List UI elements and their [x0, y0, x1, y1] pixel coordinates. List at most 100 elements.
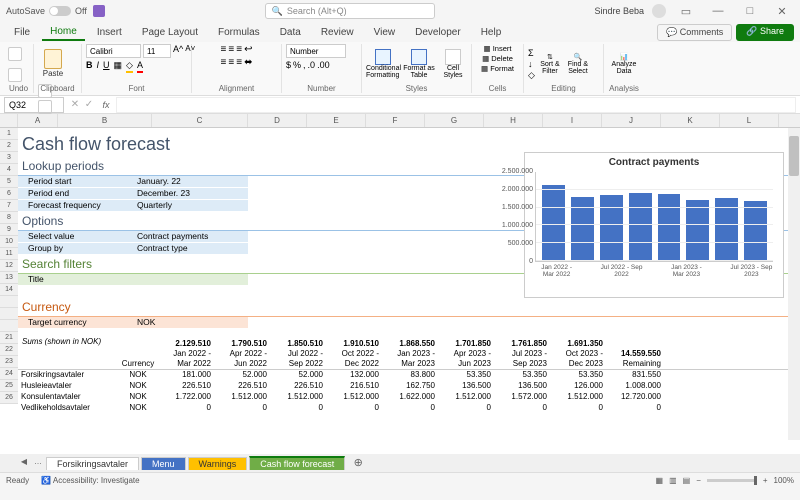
kv-value[interactable]: Quarterly: [133, 200, 248, 212]
autosum-icon[interactable]: Σ: [528, 48, 535, 58]
merge-center-icon[interactable]: ⬌: [244, 57, 252, 68]
cell-value[interactable]: 126.000: [550, 381, 606, 392]
kv-value[interactable]: [133, 274, 248, 286]
comments-button[interactable]: 💬 Comments: [657, 24, 732, 41]
toggle-switch-icon[interactable]: [49, 6, 71, 16]
col-header[interactable]: B: [58, 114, 152, 127]
paste-button[interactable]: Paste: [38, 44, 68, 82]
cell-value[interactable]: 1.512.000: [214, 392, 270, 403]
sheet-tab-active[interactable]: Cash flow forecast: [249, 456, 345, 470]
menu-view[interactable]: View: [366, 25, 404, 40]
kv-value[interactable]: December. 23: [133, 188, 248, 200]
cell-value[interactable]: 0: [326, 403, 382, 414]
cell-value[interactable]: 136.500: [438, 381, 494, 392]
cell-value[interactable]: 162.750: [382, 381, 438, 392]
ribbon-display-options[interactable]: ▭: [674, 2, 698, 20]
row-header[interactable]: 23: [0, 356, 18, 368]
menu-file[interactable]: File: [6, 25, 38, 40]
row-header[interactable]: 2: [0, 140, 18, 152]
row-header[interactable]: 4: [0, 164, 18, 176]
chart-bar[interactable]: [658, 194, 681, 261]
number-format-select[interactable]: Number: [286, 44, 346, 58]
horizontal-scrollbar[interactable]: [367, 456, 800, 470]
cell-value[interactable]: 136.500: [494, 381, 550, 392]
chart-bar[interactable]: [629, 193, 652, 261]
row-header[interactable]: 22: [0, 344, 18, 356]
currency-icon[interactable]: $: [286, 60, 291, 70]
sheet-tab[interactable]: Warnings: [188, 457, 248, 470]
row-header[interactable]: 3: [0, 152, 18, 164]
insert-cells-button[interactable]: ▦ Insert: [484, 44, 512, 53]
vertical-scrollbar[interactable]: [788, 128, 800, 440]
row-header[interactable]: 10: [0, 236, 18, 248]
menu-formulas[interactable]: Formulas: [210, 25, 268, 40]
formula-bar[interactable]: [116, 97, 796, 113]
inc-decimal-icon[interactable]: .0: [308, 60, 316, 70]
formula-cancel-icon[interactable]: ✕: [68, 99, 82, 110]
comma-icon[interactable]: ,: [303, 60, 306, 70]
select-all-corner[interactable]: [0, 114, 18, 127]
zoom-level[interactable]: 100%: [774, 476, 794, 485]
accessibility-status[interactable]: ♿ Accessibility: Investigate: [41, 476, 139, 485]
chart-contract-payments[interactable]: Contract payments 2.500.0002.000.0001.50…: [524, 152, 784, 298]
align-left-icon[interactable]: ≡: [221, 57, 227, 68]
cell-value[interactable]: 226.510: [158, 381, 214, 392]
chart-bar[interactable]: [744, 201, 767, 261]
kv-value[interactable]: Contract payments: [133, 231, 248, 243]
row-header[interactable]: 25: [0, 380, 18, 392]
search-input[interactable]: 🔍 Search (Alt+Q): [265, 3, 435, 19]
add-sheet-button[interactable]: ⊕: [351, 456, 365, 470]
font-name-select[interactable]: Calibri: [86, 44, 141, 58]
cell-value[interactable]: 53.350: [550, 370, 606, 381]
tab-nav-more[interactable]: …: [32, 457, 44, 469]
cell-value[interactable]: 0: [382, 403, 438, 414]
col-header[interactable]: A: [18, 114, 58, 127]
close-button[interactable]: ✕: [770, 2, 794, 20]
sheet-tab[interactable]: Menu: [141, 457, 186, 470]
row-header[interactable]: [0, 308, 18, 320]
row-header[interactable]: 24: [0, 368, 18, 380]
sheet-tab[interactable]: Forsikringsavtaler: [46, 457, 139, 470]
cell-value[interactable]: 1.512.000: [270, 392, 326, 403]
align-top-icon[interactable]: ≡: [221, 44, 227, 55]
row-header[interactable]: 6: [0, 188, 18, 200]
cell-value[interactable]: 181.000: [158, 370, 214, 381]
col-header[interactable]: F: [366, 114, 425, 127]
delete-cells-button[interactable]: ▦ Delete: [482, 54, 513, 63]
align-center-icon[interactable]: ≡: [228, 57, 234, 68]
menu-home[interactable]: Home: [42, 24, 85, 41]
percent-icon[interactable]: %: [293, 60, 301, 70]
zoom-in-button[interactable]: +: [763, 476, 768, 485]
row-header[interactable]: 11: [0, 248, 18, 260]
increase-font-icon[interactable]: A^: [173, 44, 183, 58]
col-header[interactable]: D: [248, 114, 307, 127]
cell-value[interactable]: 132.000: [326, 370, 382, 381]
row-header[interactable]: 14: [0, 284, 18, 296]
cell-value[interactable]: 0: [214, 403, 270, 414]
kv-value[interactable]: Contract type: [133, 243, 248, 255]
cell-remaining[interactable]: 1.008.000: [606, 381, 664, 392]
row-header[interactable]: 8: [0, 212, 18, 224]
table-row[interactable]: HusleieavtalerNOK226.510226.510226.51021…: [18, 381, 788, 392]
cell-remaining[interactable]: 12.720.000: [606, 392, 664, 403]
font-color-icon[interactable]: A: [137, 60, 143, 73]
fill-color-icon[interactable]: ◇: [126, 60, 133, 73]
menu-review[interactable]: Review: [313, 25, 362, 40]
wrap-text-icon[interactable]: ↩: [244, 44, 252, 55]
find-select-button[interactable]: 🔍 Find & Select: [565, 53, 591, 75]
kv-value[interactable]: NOK: [133, 317, 248, 329]
cell-styles-button[interactable]: Cell Styles: [439, 49, 467, 79]
dec-decimal-icon[interactable]: .00: [317, 60, 330, 70]
row-header[interactable]: 1: [0, 128, 18, 140]
clear-icon[interactable]: ◇: [528, 70, 535, 81]
zoom-slider[interactable]: [707, 479, 757, 482]
row-header[interactable]: 9: [0, 224, 18, 236]
fx-icon[interactable]: fx: [96, 100, 116, 110]
col-header[interactable]: H: [484, 114, 543, 127]
row-header[interactable]: [0, 296, 18, 308]
cell-value[interactable]: 1.572.000: [494, 392, 550, 403]
view-page-layout-icon[interactable]: ▥: [669, 476, 677, 485]
row-header[interactable]: 5: [0, 176, 18, 188]
row-header[interactable]: 26: [0, 392, 18, 404]
col-header[interactable]: E: [307, 114, 366, 127]
